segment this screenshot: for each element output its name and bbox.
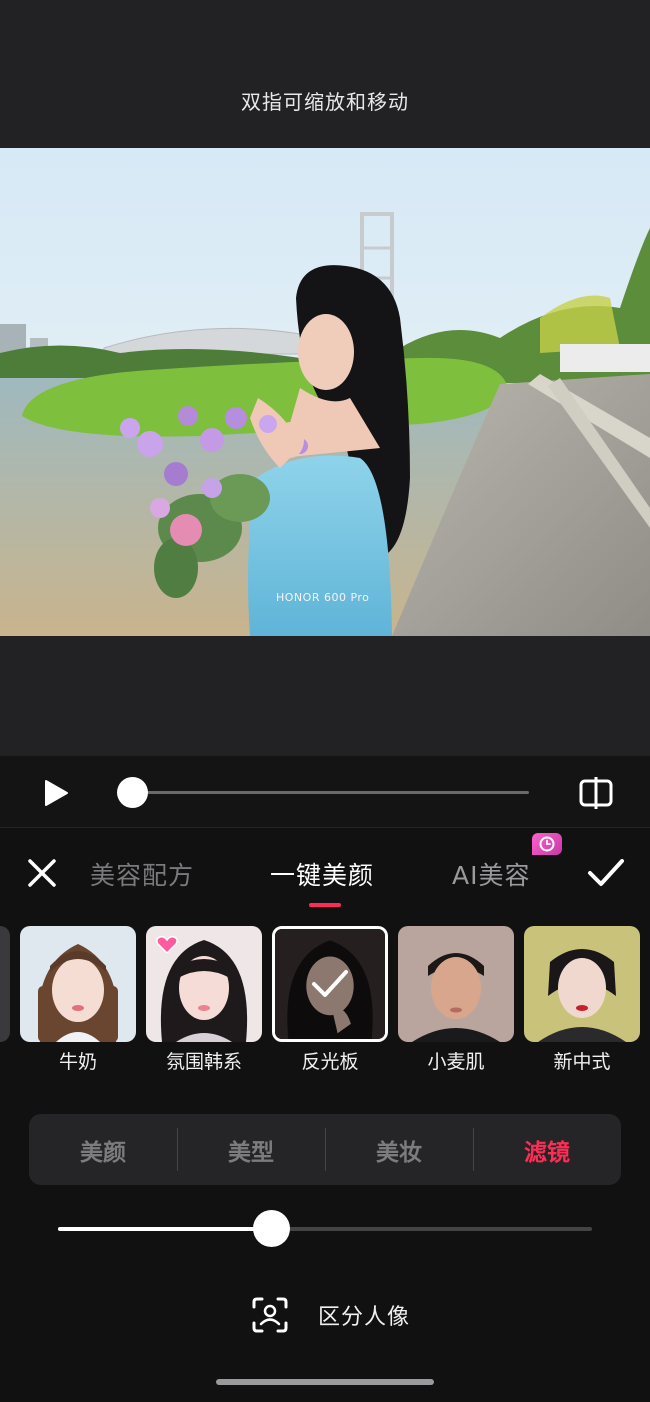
preset-new-chinese[interactable]: 新中式	[524, 926, 640, 1074]
preset-thumbnail	[20, 926, 136, 1042]
preset-thumbnail	[272, 926, 388, 1042]
preset-label: 新中式	[553, 1051, 611, 1073]
beauty-panel: 美容配方 一键美颜 AI美容 牛奶 氛围韩系 反光板 小麦肌 新中式 美颜 美型…	[0, 829, 650, 1361]
category-makeup[interactable]: 美妆	[325, 1114, 473, 1185]
category-beauty[interactable]: 美颜	[29, 1114, 177, 1185]
checkmark-icon	[588, 859, 624, 886]
category-filter[interactable]: 滤镜	[473, 1114, 621, 1185]
portrait-scan-icon	[252, 1297, 288, 1333]
separate-portrait-label: 区分人像	[318, 1305, 411, 1330]
split-compare-icon	[579, 777, 613, 809]
playback-bar	[0, 756, 650, 828]
tab-one-key-beauty[interactable]: 一键美颜	[270, 856, 374, 892]
preset-label: 小麦肌	[427, 1051, 485, 1073]
camera-watermark: HONOR 600 Pro	[276, 591, 370, 604]
timeline-track[interactable]	[132, 791, 529, 794]
heart-icon	[156, 936, 178, 954]
tab-ai-beauty[interactable]: AI美容	[452, 856, 530, 892]
active-tab-indicator	[309, 903, 341, 907]
close-icon	[28, 859, 56, 887]
intensity-slider-knob[interactable]	[253, 1210, 291, 1247]
intensity-fill	[58, 1227, 272, 1231]
preset-thumbnail	[524, 926, 640, 1042]
separate-portrait-button[interactable]: 区分人像	[250, 1295, 440, 1335]
clock-icon	[539, 836, 555, 852]
close-button[interactable]	[26, 857, 58, 889]
preset-label: 反光板	[301, 1051, 359, 1073]
preset-milk[interactable]: 牛奶	[20, 926, 136, 1074]
preset-list: 牛奶 氛围韩系 反光板 小麦肌 新中式	[0, 926, 650, 1076]
preset-wheat-skin[interactable]: 小麦肌	[398, 926, 514, 1074]
preset-label: 氛围韩系	[165, 1051, 242, 1073]
tab-beauty-recipe[interactable]: 美容配方	[90, 856, 194, 892]
checkmark-icon	[312, 970, 348, 997]
top-bar: 双指可缩放和移动	[0, 0, 650, 148]
photo-preview[interactable]: HONOR 600 Pro	[0, 148, 650, 636]
category-tabs: 美颜 美型 美妆 滤镜	[29, 1114, 621, 1185]
timeline-scrubber[interactable]	[116, 777, 148, 808]
play-icon	[45, 780, 68, 806]
canvas-background	[0, 636, 650, 756]
preset-thumbnail	[146, 926, 262, 1042]
gesture-hint: 双指可缩放和移动	[241, 90, 409, 114]
photo-image	[0, 148, 650, 636]
confirm-button[interactable]	[586, 857, 626, 889]
ai-beauty-badge	[532, 833, 562, 855]
home-indicator[interactable]	[216, 1379, 434, 1385]
preset-thumbnail	[398, 926, 514, 1042]
intensity-slider[interactable]	[58, 1227, 592, 1231]
preset-reflector[interactable]: 反光板	[272, 926, 388, 1074]
preset-label: 牛奶	[58, 1051, 97, 1073]
system-nav-bar	[0, 1361, 650, 1402]
category-shape[interactable]: 美型	[177, 1114, 325, 1185]
play-button[interactable]	[40, 778, 70, 808]
compare-button[interactable]	[579, 776, 613, 810]
preset-korean-vibe[interactable]: 氛围韩系	[146, 926, 262, 1074]
selected-overlay	[275, 929, 385, 1039]
preset-thumbnail-partial[interactable]	[0, 926, 10, 1042]
